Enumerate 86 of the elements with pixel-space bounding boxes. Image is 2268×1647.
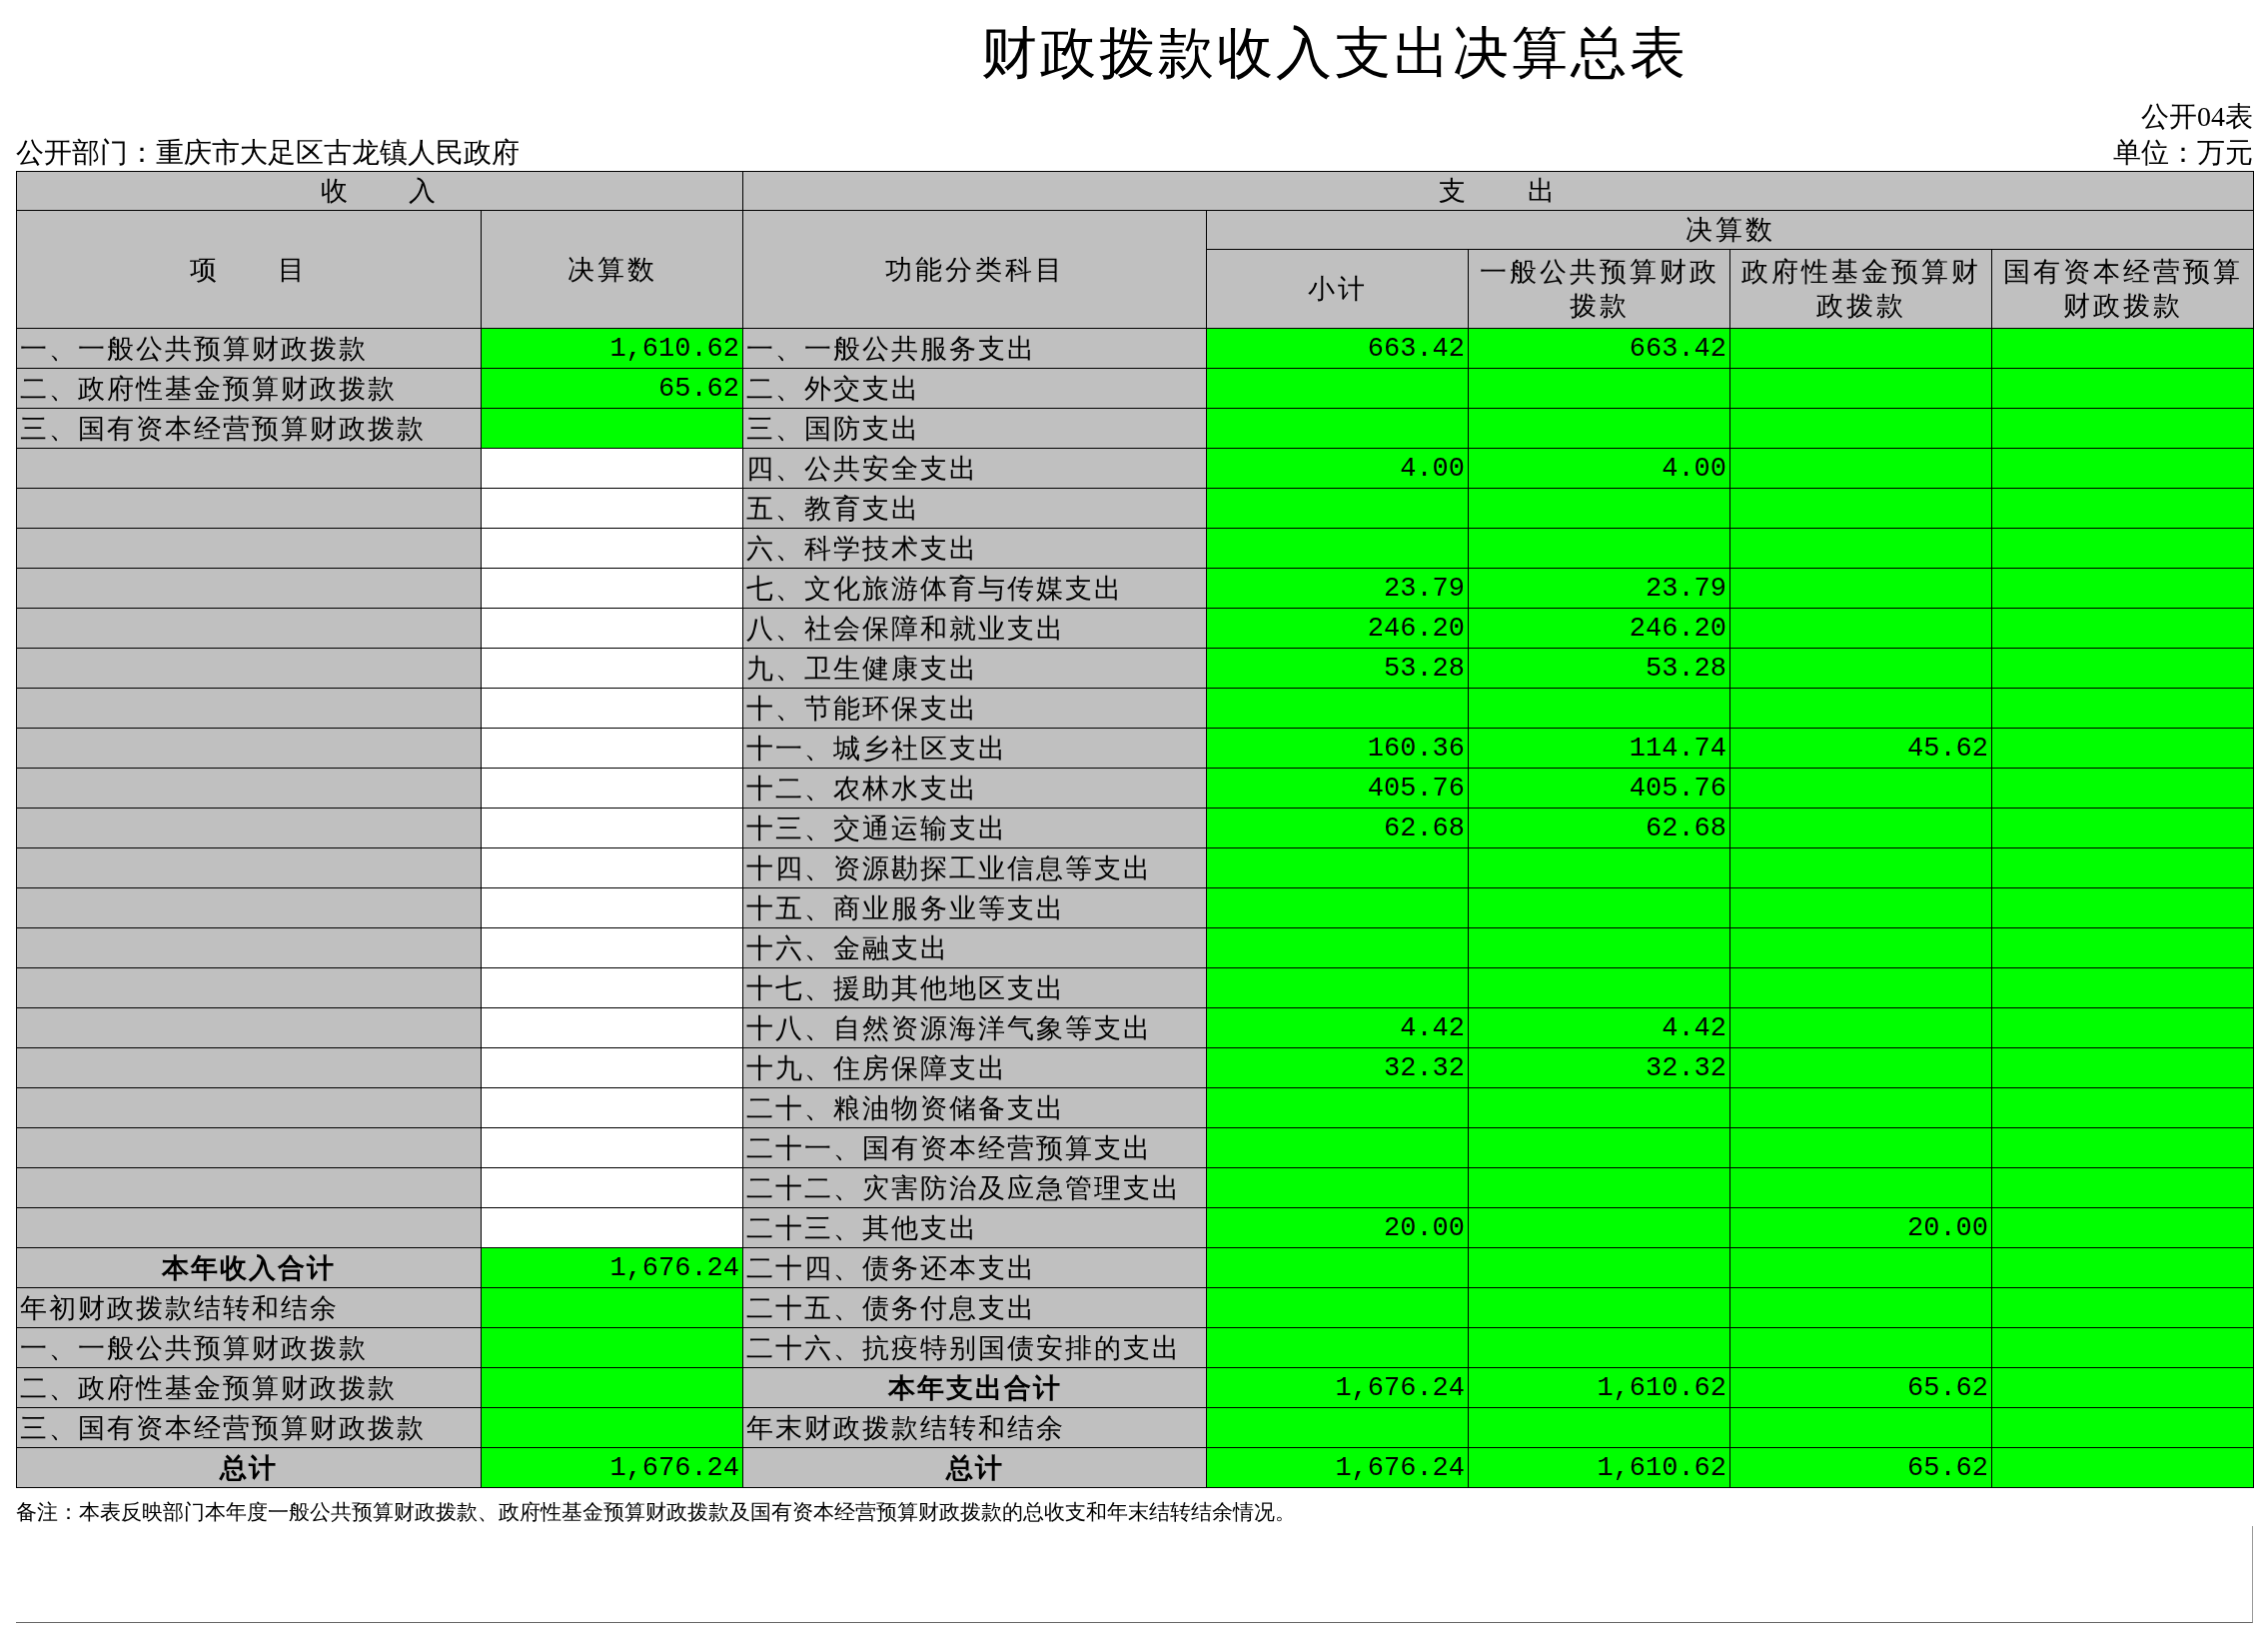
income-item-cell: 三、国有资本经营预算财政拨款 bbox=[16, 408, 482, 449]
column-header: 项 目 bbox=[16, 210, 482, 329]
expense-item-cell: 八、社会保障和就业支出 bbox=[742, 608, 1207, 649]
form-code: 公开04表 bbox=[2141, 100, 2253, 134]
amount-cell: 23.79 bbox=[1468, 568, 1730, 609]
amount-cell: 23.79 bbox=[1206, 568, 1469, 609]
expense-item-cell: 三、国防支出 bbox=[742, 408, 1207, 449]
total-label: 本年收入合计 bbox=[16, 1247, 482, 1288]
amount-cell: 1,610.62 bbox=[1468, 1447, 1730, 1488]
income-item-cell: 二、政府性基金预算财政拨款 bbox=[16, 1367, 482, 1408]
unit-label: 单位：万元 bbox=[2113, 136, 2253, 170]
column-header: 决算数 bbox=[481, 210, 743, 329]
expense-item-cell: 十二、农林水支出 bbox=[742, 768, 1207, 809]
column-header: 小计 bbox=[1206, 249, 1469, 329]
expense-item-cell: 二十二、灾害防治及应急管理支出 bbox=[742, 1167, 1207, 1208]
amount-cell: 65.62 bbox=[1729, 1367, 1992, 1408]
expense-item-cell: 二十三、其他支出 bbox=[742, 1207, 1207, 1248]
expense-item-cell: 九、卫生健康支出 bbox=[742, 648, 1207, 689]
expense-item-cell: 二十四、债务还本支出 bbox=[742, 1247, 1207, 1288]
amount-cell: 62.68 bbox=[1468, 808, 1730, 848]
expense-item-cell: 十四、资源勘探工业信息等支出 bbox=[742, 847, 1207, 888]
amount-cell: 65.62 bbox=[481, 368, 743, 409]
amount-cell: 405.76 bbox=[1206, 768, 1469, 809]
expense-item-cell: 十八、自然资源海洋气象等支出 bbox=[742, 1007, 1207, 1048]
amount-cell: 663.42 bbox=[1468, 328, 1730, 369]
amount-cell: 1,676.24 bbox=[1206, 1367, 1469, 1408]
expense-item-cell: 六、科学技术支出 bbox=[742, 528, 1207, 569]
income-item-cell: 年初财政拨款结转和结余 bbox=[16, 1287, 482, 1328]
expense-item-cell: 二十六、抗疫特别国债安排的支出 bbox=[742, 1327, 1207, 1368]
expense-item-cell: 二十、粮油物资储备支出 bbox=[742, 1087, 1207, 1128]
report-title: 财政拨款收入支出决算总表 bbox=[979, 21, 1690, 86]
amount-cell: 246.20 bbox=[1468, 608, 1730, 649]
expense-item-cell: 十六、金融支出 bbox=[742, 927, 1207, 968]
column-header: 收 入 bbox=[16, 171, 743, 211]
amount-cell: 20.00 bbox=[1206, 1207, 1469, 1248]
income-item-cell: 一、一般公共预算财政拨款 bbox=[16, 328, 482, 369]
footnote: 备注：本表反映部门本年度一般公共预算财政拨款、政府性基金预算财政拨款及国有资本经营预算财政拨款的总收支和年末结转结余情况。 bbox=[16, 1499, 1297, 1526]
expense-item-cell: 四、公共安全支出 bbox=[742, 448, 1207, 489]
amount-cell: 4.42 bbox=[1468, 1007, 1730, 1048]
expense-item-cell: 二、外交支出 bbox=[742, 368, 1207, 409]
amount-cell: 1,676.24 bbox=[1206, 1447, 1469, 1488]
expense-item-cell: 一、一般公共服务支出 bbox=[742, 328, 1207, 369]
income-item-cell: 三、国有资本经营预算财政拨款 bbox=[16, 1407, 482, 1448]
expense-item-cell: 二十一、国有资本经营预算支出 bbox=[742, 1127, 1207, 1168]
column-header: 一般公共预算财政拨款 bbox=[1468, 249, 1730, 329]
expense-item-cell: 二十五、债务付息支出 bbox=[742, 1287, 1207, 1328]
amount-cell: 62.68 bbox=[1206, 808, 1469, 848]
amount-cell: 246.20 bbox=[1206, 608, 1469, 649]
amount-cell: 160.36 bbox=[1206, 728, 1469, 769]
expense-item-cell: 十三、交通运输支出 bbox=[742, 808, 1207, 848]
amount-cell: 1,610.62 bbox=[1468, 1367, 1730, 1408]
column-header: 支 出 bbox=[742, 171, 2254, 211]
expense-item-cell: 十七、援助其他地区支出 bbox=[742, 967, 1207, 1008]
expense-item-cell: 十一、城乡社区支出 bbox=[742, 728, 1207, 769]
expense-item-cell: 十九、住房保障支出 bbox=[742, 1047, 1207, 1088]
amount-cell: 32.32 bbox=[1206, 1047, 1469, 1088]
total-label: 本年支出合计 bbox=[742, 1367, 1207, 1408]
column-header: 功能分类科目 bbox=[742, 210, 1207, 329]
amount-cell: 1,676.24 bbox=[481, 1447, 743, 1488]
amount-cell: 53.28 bbox=[1206, 648, 1469, 689]
expense-item-cell: 年末财政拨款结转和结余 bbox=[742, 1407, 1207, 1448]
amount-cell: 4.00 bbox=[1468, 448, 1730, 489]
expense-item-cell: 十五、商业服务业等支出 bbox=[742, 887, 1207, 928]
amount-cell: 1,676.24 bbox=[481, 1247, 743, 1288]
amount-cell: 405.76 bbox=[1468, 768, 1730, 809]
amount-cell: 53.28 bbox=[1468, 648, 1730, 689]
amount-cell: 32.32 bbox=[1468, 1047, 1730, 1088]
income-item-cell: 一、一般公共预算财政拨款 bbox=[16, 1327, 482, 1368]
amount-cell: 1,610.62 bbox=[481, 328, 743, 369]
column-header: 决算数 bbox=[1206, 210, 2254, 250]
column-header: 政府性基金预算财政拨款 bbox=[1729, 249, 1992, 329]
amount-cell: 20.00 bbox=[1729, 1207, 1992, 1248]
expense-item-cell: 五、教育支出 bbox=[742, 488, 1207, 529]
amount-cell: 65.62 bbox=[1729, 1447, 1992, 1488]
amount-cell: 45.62 bbox=[1729, 728, 1992, 769]
amount-cell: 4.00 bbox=[1206, 448, 1469, 489]
expense-item-cell: 十、节能环保支出 bbox=[742, 688, 1207, 729]
total-label: 总计 bbox=[742, 1447, 1207, 1488]
expense-item-cell: 七、文化旅游体育与传媒支出 bbox=[742, 568, 1207, 609]
department-label: 公开部门：重庆市大足区古龙镇人民政府 bbox=[16, 136, 520, 170]
column-header: 国有资本经营预算财政拨款 bbox=[1991, 249, 2254, 329]
income-item-cell: 二、政府性基金预算财政拨款 bbox=[16, 368, 482, 409]
amount-cell: 114.74 bbox=[1468, 728, 1730, 769]
amount-cell: 4.42 bbox=[1206, 1007, 1469, 1048]
amount-cell: 663.42 bbox=[1206, 328, 1469, 369]
total-label: 总计 bbox=[16, 1447, 482, 1488]
